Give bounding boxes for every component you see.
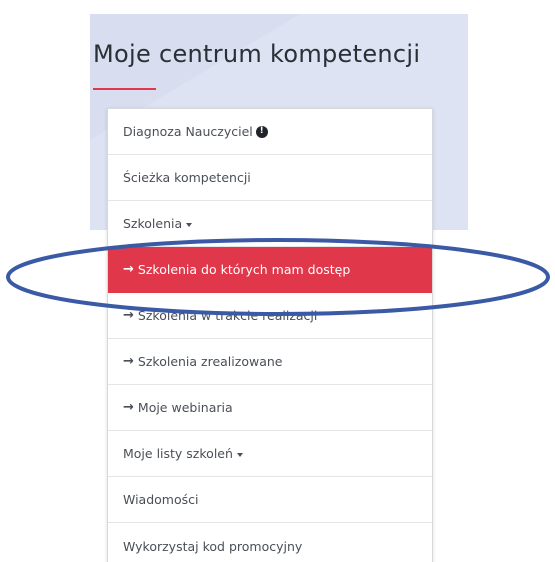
menu-item-label: Szkolenia	[123, 216, 183, 231]
caret-down-icon	[236, 452, 243, 457]
menu-item-kod-promocyjny[interactable]: Wykorzystaj kod promocyjny	[108, 523, 432, 562]
competence-menu: Diagnoza Nauczyciel ! Ścieżka kompetencj…	[107, 108, 433, 562]
menu-item-label: Ścieżka kompetencji	[123, 170, 251, 185]
menu-item-szkolenia-zrealizowane[interactable]: → Szkolenia zrealizowane	[108, 339, 432, 385]
arrow-right-icon: →	[123, 262, 134, 277]
menu-item-label: Wykorzystaj kod promocyjny	[123, 538, 303, 554]
menu-item-szkolenia-dostep[interactable]: → Szkolenia do których mam dostęp	[108, 247, 432, 293]
page-title: Moje centrum kompetencji	[93, 40, 421, 68]
menu-item-label: Wiadomości	[123, 492, 199, 507]
menu-item-szkolenia-w-trakcie[interactable]: → Szkolenia w trakcie realizacji	[108, 293, 432, 339]
menu-item-label: Diagnoza Nauczyciel	[123, 124, 253, 139]
competence-center-page: Moje centrum kompetencji Diagnoza Nauczy…	[0, 0, 555, 562]
menu-item-label: Szkolenia do których mam dostęp	[137, 262, 351, 277]
arrow-right-icon: →	[123, 308, 134, 323]
title-underline	[93, 88, 156, 90]
caret-down-icon	[186, 222, 193, 227]
menu-item-listy-szkolen[interactable]: Moje listy szkoleń	[108, 431, 432, 477]
info-icon[interactable]: !	[255, 125, 268, 138]
menu-item-label: Moje listy szkoleń	[123, 446, 233, 461]
menu-item-webinaria[interactable]: → Moje webinaria	[108, 385, 432, 431]
menu-item-label: Szkolenia w trakcie realizacji	[137, 308, 318, 323]
arrow-right-icon: →	[123, 354, 134, 369]
menu-item-label: Szkolenia zrealizowane	[137, 354, 283, 369]
menu-item-diagnoza[interactable]: Diagnoza Nauczyciel !	[108, 109, 432, 155]
menu-item-sciezka[interactable]: Ścieżka kompetencji	[108, 155, 432, 201]
menu-item-szkolenia[interactable]: Szkolenia	[108, 201, 432, 247]
arrow-right-icon: →	[123, 400, 134, 415]
menu-item-wiadomosci[interactable]: Wiadomości	[108, 477, 432, 523]
menu-item-label: Moje webinaria	[137, 400, 233, 415]
